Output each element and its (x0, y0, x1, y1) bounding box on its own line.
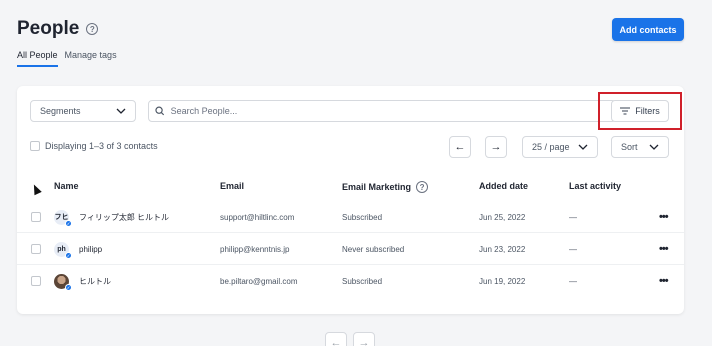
contact-name[interactable]: philipp (79, 245, 102, 254)
added-date: Jun 25, 2022 (479, 212, 526, 222)
search-input[interactable] (170, 106, 609, 116)
segments-label: Segments (40, 106, 81, 116)
contact-name[interactable]: ヒルトル (79, 276, 111, 287)
page-title: People ? (17, 18, 99, 40)
column-added-date[interactable]: Added date (479, 181, 528, 191)
column-name[interactable]: Name (54, 181, 79, 191)
chevron-down-icon (116, 108, 126, 114)
segments-dropdown[interactable]: Segments (30, 100, 136, 122)
per-page-select[interactable]: 25 / page (522, 136, 598, 158)
marketing-status: Never subscribed (342, 244, 405, 254)
bottom-prev-page-button[interactable]: ← (325, 332, 347, 346)
table-row[interactable]: ph ✓ philipp philipp@kenntnis.jp Never s… (17, 233, 684, 265)
added-date: Jun 19, 2022 (479, 276, 526, 286)
contact-email: support@hiltlinc.com (220, 212, 295, 222)
arrow-right-icon: → (490, 141, 502, 153)
filters-highlight-box (598, 92, 682, 130)
search-icon (155, 106, 165, 116)
row-checkbox[interactable] (31, 212, 41, 222)
display-count: Displaying 1–3 of 3 contacts (30, 141, 158, 151)
add-contacts-button[interactable]: Add contacts (612, 18, 684, 41)
column-last-activity[interactable]: Last activity (569, 181, 621, 191)
column-email-marketing-label: Email Marketing (342, 182, 412, 192)
next-page-button[interactable]: → (485, 136, 507, 158)
bottom-next-page-button[interactable]: → (353, 332, 375, 346)
contact-email: be.piltaro@gmail.com (220, 276, 298, 286)
page-title-text: People (17, 18, 80, 39)
tab-manage-tags[interactable]: Manage tags (65, 50, 117, 67)
avatar-initials: ph (57, 245, 66, 253)
prev-page-button[interactable]: ← (449, 136, 471, 158)
verified-check-icon: ✓ (65, 283, 72, 291)
select-all-checkbox[interactable] (30, 141, 40, 151)
chevron-down-icon (649, 144, 659, 150)
more-options-icon[interactable]: ••• (659, 265, 669, 297)
contacts-card: Segments Filters Displaying 1–3 of 3 con… (17, 86, 684, 314)
marketing-status: Subscribed (342, 212, 383, 222)
search-box[interactable] (148, 100, 616, 122)
added-date: Jun 23, 2022 (479, 244, 526, 254)
marketing-status: Subscribed (342, 276, 383, 286)
question-circle-icon[interactable]: ? (416, 181, 429, 193)
column-email[interactable]: Email (220, 181, 244, 191)
row-checkbox[interactable] (31, 244, 41, 254)
tab-all-people[interactable]: All People (17, 50, 58, 67)
chevron-down-icon (578, 144, 588, 150)
tab-bar: All People Manage tags (17, 50, 117, 67)
table-header: Name Email Email Marketing ? Added date … (17, 181, 684, 195)
question-circle-icon[interactable]: ? (86, 23, 99, 35)
arrow-left-icon: ← (454, 141, 466, 153)
avatar: ph ✓ (54, 241, 72, 259)
sort-select[interactable]: Sort (611, 136, 669, 158)
table-row[interactable]: ✓ ヒルトル be.piltaro@gmail.com Subscribed J… (17, 265, 684, 297)
arrow-left-icon: ← (330, 337, 342, 346)
column-email-marketing[interactable]: Email Marketing ? (342, 181, 429, 193)
display-count-text: Displaying 1–3 of 3 contacts (45, 141, 158, 151)
avatar-photo: ✓ (54, 273, 72, 291)
verified-check-icon: ✓ (65, 219, 72, 227)
last-activity: — (569, 244, 577, 254)
last-activity: — (569, 212, 577, 222)
verified-check-icon: ✓ (65, 251, 72, 259)
more-options-icon[interactable]: ••• (659, 233, 669, 265)
avatar: フヒ ✓ (54, 209, 72, 227)
contact-email: philipp@kenntnis.jp (220, 244, 290, 254)
more-options-icon[interactable]: ••• (659, 201, 669, 233)
table-row[interactable]: フヒ ✓ フィリップ太郎 ヒルトル support@hiltlinc.com S… (17, 201, 684, 233)
row-checkbox[interactable] (31, 276, 41, 286)
last-activity: — (569, 276, 577, 286)
contact-name[interactable]: フィリップ太郎 ヒルトル (79, 212, 169, 223)
per-page-value: 25 / page (532, 142, 570, 152)
sort-label: Sort (621, 142, 638, 152)
arrow-right-icon: → (358, 337, 370, 346)
